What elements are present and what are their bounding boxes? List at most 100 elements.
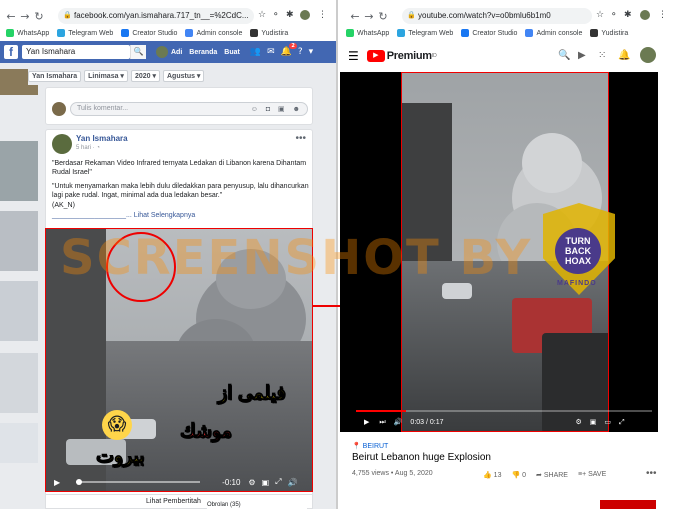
facebook-search-input[interactable]: Yan Ismahara bbox=[22, 45, 130, 59]
facebook-header: f Yan Ismahara 🔍 Adi Beranda Buat 👥 ✉ 🔔 2… bbox=[0, 41, 336, 63]
nav-home[interactable]: Beranda bbox=[189, 49, 217, 56]
back-icon[interactable]: ← bbox=[4, 10, 18, 23]
sidebar-thumbnail[interactable] bbox=[0, 211, 38, 271]
search-icon[interactable]: 🔍 bbox=[558, 50, 570, 61]
bookmark-favicon-icon bbox=[461, 29, 470, 37]
user-avatar[interactable] bbox=[156, 46, 168, 58]
lock-icon: 🔒 bbox=[407, 12, 416, 19]
bookmark-whatsapp[interactable]: WhatsApp bbox=[6, 29, 49, 37]
sidebar-thumbnail[interactable] bbox=[0, 353, 38, 413]
forward-icon[interactable]: → bbox=[18, 10, 32, 23]
youtube-progress-bar[interactable] bbox=[356, 410, 652, 412]
sidebar-thumbnail[interactable] bbox=[0, 423, 38, 463]
bookmark-admin-console[interactable]: Admin console bbox=[525, 29, 582, 37]
commenter-avatar bbox=[52, 102, 66, 116]
extension-icon[interactable]: ⚬ bbox=[610, 10, 618, 20]
apps-icon[interactable]: ⁙ bbox=[598, 50, 606, 61]
messenger-icon[interactable]: ✉ bbox=[267, 47, 275, 57]
youtube-logo[interactable]: ▶ bbox=[366, 50, 385, 62]
youtube-brand[interactable]: Premium bbox=[387, 50, 432, 62]
post-options-icon[interactable]: ••• bbox=[295, 133, 306, 144]
right-address-bar[interactable]: 🔒 youtube.com/watch?v=o0bmlu6b1m0 bbox=[402, 8, 592, 24]
volume-icon[interactable]: 🔊 bbox=[394, 418, 403, 426]
search-icon[interactable]: 🔍 bbox=[130, 45, 146, 59]
post-author[interactable]: Yan Ismahara bbox=[76, 134, 128, 143]
profile-avatar[interactable] bbox=[640, 10, 650, 20]
bookmark-creator-studio[interactable]: Creator Studio bbox=[461, 29, 517, 37]
profile-avatar[interactable] bbox=[300, 10, 310, 20]
create-video-icon[interactable]: ▶ bbox=[578, 50, 586, 61]
notifications-icon[interactable]: 🔔 2 bbox=[281, 43, 297, 57]
notifications-icon[interactable]: 🔔 bbox=[618, 50, 630, 61]
subscribe-button[interactable] bbox=[600, 500, 656, 509]
sidebar-thumbnail[interactable] bbox=[0, 141, 38, 201]
play-icon[interactable]: ▶ bbox=[364, 418, 369, 426]
next-icon[interactable]: ⏭ bbox=[379, 418, 385, 427]
breadcrumb-year[interactable]: 2020 ▾ bbox=[130, 70, 160, 82]
see-more-link[interactable]: ___________________... Lihat Selengkapny… bbox=[52, 211, 312, 220]
bookmark-admin-console[interactable]: Admin console bbox=[185, 29, 242, 37]
settings-icon[interactable]: ⚙ bbox=[248, 478, 255, 487]
fullscreen-icon[interactable]: ⤢ bbox=[275, 477, 281, 487]
bookmark-star-icon[interactable]: ☆ bbox=[258, 10, 266, 20]
back-icon[interactable]: ← bbox=[348, 10, 362, 23]
play-icon[interactable]: ▶ bbox=[54, 478, 60, 487]
puzzle-icon[interactable]: ✱ bbox=[286, 10, 294, 20]
bookmark-creator-studio[interactable]: Creator Studio bbox=[121, 29, 177, 37]
post-video[interactable] bbox=[45, 228, 313, 492]
nav-create[interactable]: Buat bbox=[224, 49, 240, 56]
video-meta: 4,755 views • Aug 5, 2020 bbox=[352, 470, 433, 477]
comment-input[interactable]: Tulis komentar... ☺ ◘ ▣ ☻ bbox=[70, 102, 308, 116]
forward-icon[interactable]: → bbox=[362, 10, 376, 23]
help-icon[interactable]: ? bbox=[298, 47, 303, 57]
like-button[interactable]: 👍 13 bbox=[483, 471, 501, 479]
right-url-text[interactable]: youtube.com/watch?v=o0bmlu6b1m0 bbox=[418, 11, 551, 20]
breadcrumb-timeline[interactable]: Linimasa ▾ bbox=[84, 70, 128, 82]
bookmark-yudistira[interactable]: Yudistira bbox=[590, 29, 628, 37]
facebook-browser-window: ← → ↻ 🔒 facebook.com/yan.ismahara.717_tn… bbox=[0, 0, 338, 509]
location-tag[interactable]: 📍 BEIRUT bbox=[352, 442, 672, 450]
pip-icon[interactable]: ▣ bbox=[262, 478, 270, 487]
save-button[interactable]: ≡+ SAVE bbox=[578, 471, 606, 479]
account-dropdown-icon[interactable]: ▾ bbox=[309, 47, 314, 57]
settings-icon[interactable]: ⚙ bbox=[576, 418, 582, 426]
breadcrumb-profile[interactable]: Yan Ismahara bbox=[28, 70, 82, 82]
breadcrumb-month[interactable]: Agustus ▾ bbox=[162, 70, 205, 82]
bookmark-whatsapp[interactable]: WhatsApp bbox=[346, 29, 389, 37]
sidebar-thumbnail[interactable] bbox=[0, 281, 38, 341]
hamburger-menu-icon[interactable]: ☰ bbox=[348, 49, 359, 63]
see-more-comments-link[interactable]: Lihat Pembertitah bbox=[146, 498, 201, 505]
bookmark-favicon-icon bbox=[250, 29, 259, 37]
left-address-bar[interactable]: 🔒 facebook.com/yan.ismahara.717_tn__=%2C… bbox=[58, 8, 254, 24]
nav-user[interactable]: Adi bbox=[171, 49, 182, 56]
more-actions-icon[interactable]: ••• bbox=[646, 468, 657, 479]
reload-icon[interactable]: ↻ bbox=[376, 10, 390, 23]
volume-icon[interactable]: 🔊 bbox=[288, 478, 298, 487]
author-avatar[interactable] bbox=[52, 134, 72, 154]
chat-bar[interactable]: Obrolan (35) bbox=[207, 502, 307, 509]
comment-tools-icons[interactable]: ☺ ◘ ▣ ☻ bbox=[251, 104, 303, 116]
bookmark-star-icon[interactable]: ☆ bbox=[596, 10, 604, 20]
extension-icon[interactable]: ⚬ bbox=[272, 10, 280, 20]
youtube-avatar[interactable] bbox=[640, 47, 656, 63]
fullscreen-icon[interactable]: ⤢ bbox=[619, 418, 625, 427]
video-smoke bbox=[522, 133, 582, 193]
post-timestamp[interactable]: 5 hari · ◔ bbox=[76, 145, 128, 151]
share-button[interactable]: ➦ SHARE bbox=[536, 471, 568, 479]
bookmark-telegram[interactable]: Telegram Web bbox=[57, 29, 113, 37]
left-url-text: facebook.com/yan.ismahara.717_tn__=%2CdC… bbox=[74, 11, 249, 20]
facebook-logo[interactable]: f bbox=[4, 45, 18, 59]
menu-kebab-icon[interactable]: ⋮ bbox=[318, 10, 327, 20]
menu-kebab-icon[interactable]: ⋮ bbox=[658, 10, 667, 20]
bookmark-yudistira[interactable]: Yudistira bbox=[250, 29, 288, 37]
bookmark-favicon-icon bbox=[6, 29, 14, 37]
reload-icon[interactable]: ↻ bbox=[32, 10, 46, 23]
friends-icon[interactable]: 👥 bbox=[250, 47, 261, 57]
mafindo-label: MAFINDO bbox=[557, 280, 597, 287]
theater-mode-icon[interactable]: ▭ bbox=[604, 418, 611, 426]
miniplayer-icon[interactable]: ▣ bbox=[590, 418, 597, 426]
bookmark-telegram[interactable]: Telegram Web bbox=[397, 29, 453, 37]
dislike-button[interactable]: 👎 0 bbox=[511, 471, 526, 479]
puzzle-icon[interactable]: ✱ bbox=[624, 10, 632, 20]
video-info: 📍 BEIRUT Beirut Lebanon huge Explosion bbox=[352, 442, 672, 463]
